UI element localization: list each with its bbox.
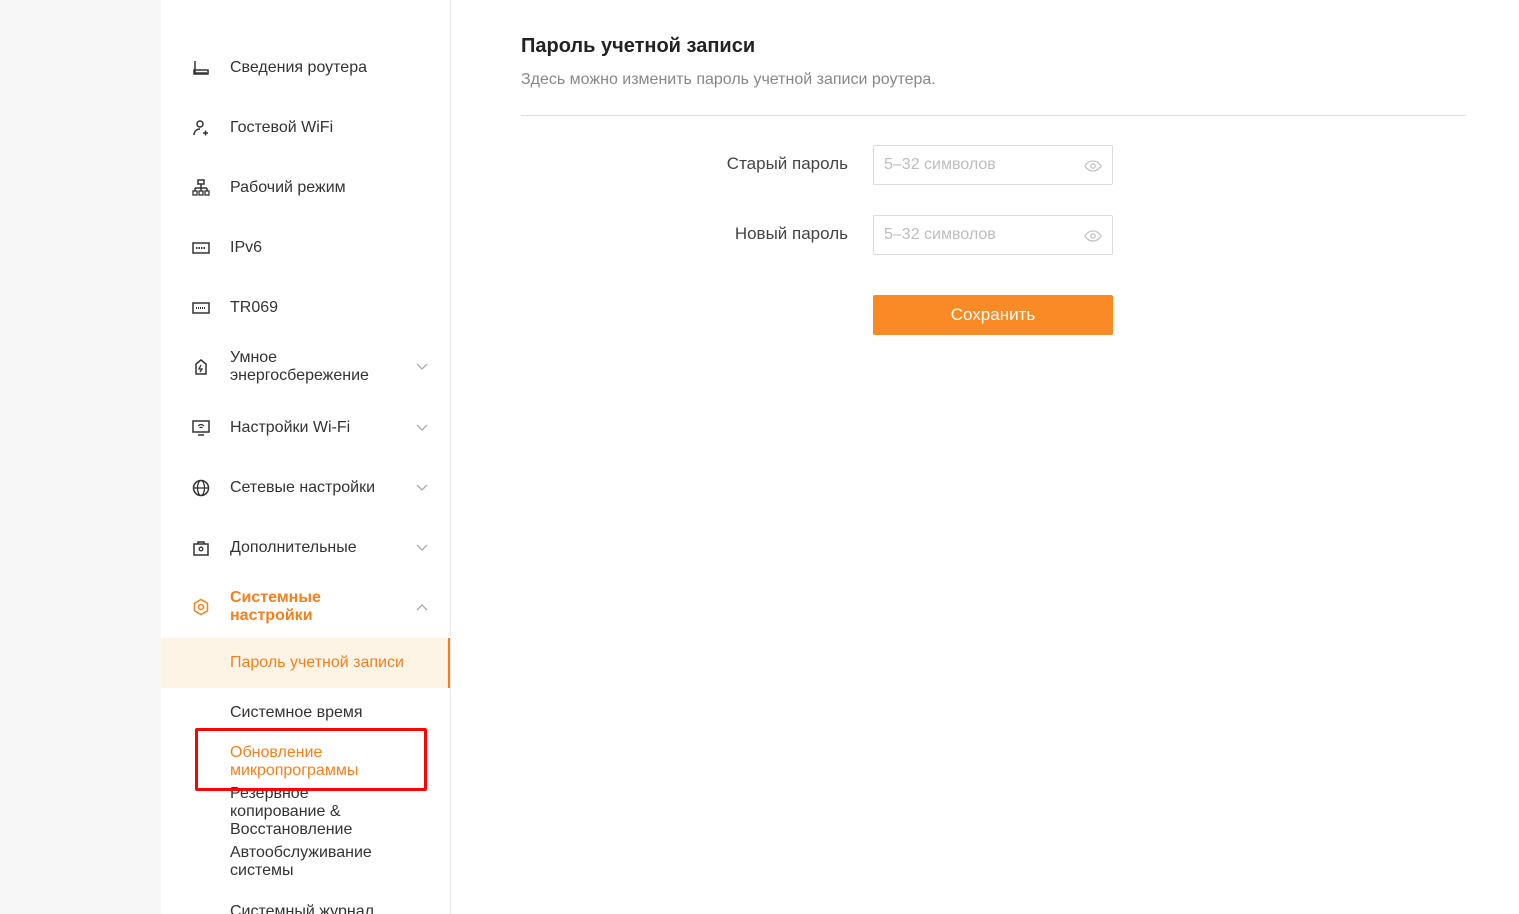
old-password-label: Старый пароль [726, 154, 848, 173]
chevron-down-icon [415, 541, 429, 555]
main-content: Пароль учетной записи Здесь можно измени… [451, 0, 1519, 914]
new-password-row: Новый пароль [648, 224, 848, 246]
sidebar-subitem-system-log[interactable]: Системный журнал [161, 903, 450, 914]
sidebar-item-label: TR069 [230, 299, 279, 316]
sidebar-subitem-label: Обновление микропрограммы [230, 744, 359, 779]
sidebar-item-router-info[interactable]: Сведения роутера [161, 58, 450, 78]
energy-saving-icon [191, 357, 211, 377]
sidebar-item-advanced[interactable]: Дополнительные [161, 538, 450, 558]
sidebar-item-energy-saving[interactable]: Умное энергосбережение [161, 349, 450, 385]
sidebar-item-work-mode[interactable]: Рабочий режим [161, 178, 450, 198]
chevron-up-icon [415, 600, 429, 614]
sidebar-item-wifi-settings[interactable]: Настройки Wi-Fi [161, 418, 450, 438]
page-description: Здесь можно изменить пароль учетной запи… [521, 71, 936, 88]
chevron-down-icon [415, 481, 429, 495]
new-password-field [873, 215, 1113, 255]
chevron-down-icon [415, 421, 429, 435]
sidebar-subitem-account-password[interactable]: Пароль учетной записи [161, 638, 450, 688]
sidebar-item-label: Сетевые настройки [230, 479, 376, 496]
sidebar-subitem-system-time[interactable]: Системное время [161, 704, 450, 724]
ipv6-icon [191, 238, 211, 258]
sidebar-item-label: Умное энергосбережение [230, 349, 369, 384]
globe-icon [191, 478, 211, 498]
page-title: Пароль учетной записи [521, 35, 756, 57]
eye-icon[interactable] [1084, 157, 1102, 175]
sidebar-subitem-firmware-update[interactable]: Обновление микропрограммы [161, 744, 450, 780]
sidebar-subitem-label: Резервное копирование & Восстановление [230, 785, 353, 838]
sidebar-item-label: Рабочий режим [230, 179, 346, 196]
sidebar-subitem-auto-maintenance[interactable]: Автообслуживание системы [161, 844, 450, 880]
sidebar-item-ipv6[interactable]: IPv6 [161, 238, 450, 258]
eye-icon[interactable] [1084, 227, 1102, 245]
old-password-input[interactable] [874, 146, 1074, 184]
sidebar-item-label: Настройки Wi-Fi [230, 419, 351, 436]
sidebar-item-system-settings[interactable]: Системные настройки [161, 589, 450, 625]
guest-user-icon [191, 118, 211, 138]
sidebar-subitem-label: Автообслуживание системы [230, 844, 372, 879]
new-password-label: Новый пароль [734, 224, 848, 243]
tr069-icon [191, 298, 211, 318]
sidebar-item-label: Сведения роутера [230, 59, 367, 76]
save-button[interactable]: Сохранить [873, 295, 1113, 335]
sidebar-item-tr069[interactable]: TR069 [161, 298, 450, 318]
sidebar-subitem-label: Пароль учетной записи [230, 654, 404, 671]
sidebar-item-network-settings[interactable]: Сетевые настройки [161, 478, 450, 498]
sidebar-item-label: IPv6 [230, 239, 263, 256]
chevron-down-icon [415, 360, 429, 374]
sidebar: Сведения роутера Гостевой WiFi Рабочий р… [161, 0, 451, 914]
new-password-input[interactable] [874, 216, 1074, 254]
sidebar-item-label: Гостевой WiFi [230, 119, 334, 136]
sidebar-subitem-backup-restore[interactable]: Резервное копирование & Восстановление [161, 785, 450, 839]
divider [521, 115, 1466, 116]
sidebar-subitem-label: Системный журнал [230, 903, 374, 914]
system-settings-icon [191, 597, 211, 617]
old-password-row: Старый пароль [648, 154, 848, 176]
old-password-field [873, 145, 1113, 185]
sidebar-item-guest-wifi[interactable]: Гостевой WiFi [161, 118, 450, 138]
sidebar-subitem-label: Системное время [230, 704, 363, 721]
sidebar-item-label: Дополнительные [230, 539, 357, 556]
advanced-lock-icon [191, 538, 211, 558]
network-tree-icon [191, 178, 211, 198]
wifi-settings-icon [191, 418, 211, 438]
router-icon [191, 58, 211, 78]
sidebar-item-label: Системные настройки [230, 589, 321, 624]
